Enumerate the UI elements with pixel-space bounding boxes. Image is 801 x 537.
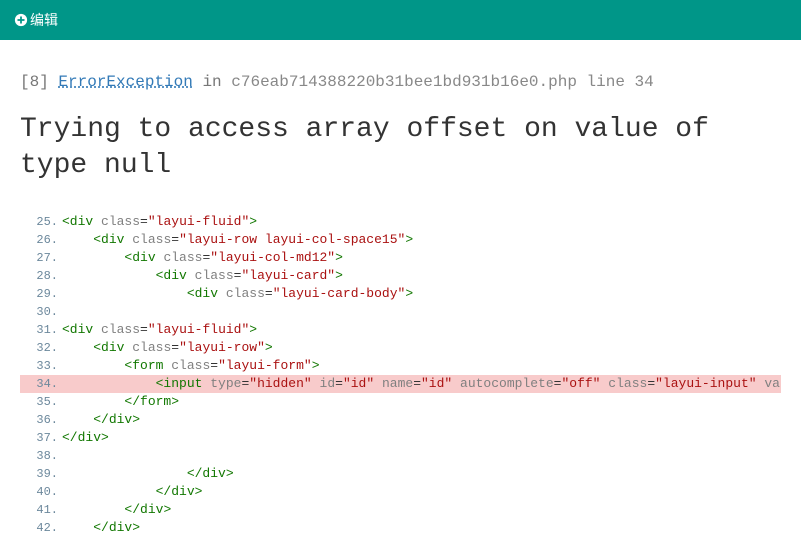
- code-text: <div class="layui-row">: [62, 339, 781, 357]
- code-line: 39. </div>: [20, 465, 781, 483]
- code-line: 37.</div>: [20, 429, 781, 447]
- code-text: <input type="hidden" id="id" name="id" a…: [62, 375, 781, 393]
- line-number: 40.: [20, 483, 62, 501]
- line-number: 33.: [20, 357, 62, 375]
- code-line: 33. <form class="layui-form">: [20, 357, 781, 375]
- code-text: </div>: [62, 519, 781, 537]
- code-line: 28. <div class="layui-card">: [20, 267, 781, 285]
- code-line: 29. <div class="layui-card-body">: [20, 285, 781, 303]
- code-line: 42. </div>: [20, 519, 781, 537]
- code-text: <div class="layui-fluid">: [62, 213, 781, 231]
- code-text: <div class="layui-card-body">: [62, 285, 781, 303]
- error-class-link[interactable]: ErrorException: [58, 73, 192, 91]
- code-text: <div class="layui-card">: [62, 267, 781, 285]
- plus-circle-icon: [14, 13, 28, 27]
- code-listing: 25.<div class="layui-fluid">26. <div cla…: [20, 213, 781, 537]
- line-number: 38.: [20, 447, 62, 465]
- code-text: <div class="layui-col-md12">: [62, 249, 781, 267]
- code-line: 35. </form>: [20, 393, 781, 411]
- code-text: <form class="layui-form">: [62, 357, 781, 375]
- code-text: </div>: [62, 465, 781, 483]
- line-number: 36.: [20, 411, 62, 429]
- error-message: Trying to access array offset on value o…: [20, 112, 781, 185]
- code-line: 36. </div>: [20, 411, 781, 429]
- line-number: 42.: [20, 519, 62, 537]
- in-text: in: [202, 73, 221, 91]
- line-number: 26.: [20, 231, 62, 249]
- error-page: [8] ErrorException in c76eab714388220b31…: [0, 40, 801, 537]
- header-bar: 编辑: [0, 0, 801, 40]
- code-line: 34. <input type="hidden" id="id" name="i…: [20, 375, 781, 393]
- line-number: 31.: [20, 321, 62, 339]
- line-number: 30.: [20, 303, 62, 321]
- code-text: </form>: [62, 393, 781, 411]
- code-text: <div class="layui-row layui-col-space15"…: [62, 231, 781, 249]
- line-number: 39.: [20, 465, 62, 483]
- code-text: </div>: [62, 429, 781, 447]
- line-number: 27.: [20, 249, 62, 267]
- code-text: <div class="layui-fluid">: [62, 321, 781, 339]
- code-line: 25.<div class="layui-fluid">: [20, 213, 781, 231]
- line-number: 32.: [20, 339, 62, 357]
- line-number: 25.: [20, 213, 62, 231]
- line-number: 37.: [20, 429, 62, 447]
- code-text: </div>: [62, 411, 781, 429]
- line-number: 29.: [20, 285, 62, 303]
- code-line: 31.<div class="layui-fluid">: [20, 321, 781, 339]
- code-line: 38.: [20, 447, 781, 465]
- code-text: </div>: [62, 483, 781, 501]
- error-line: 34: [635, 73, 654, 91]
- line-number: 35.: [20, 393, 62, 411]
- line-number: 28.: [20, 267, 62, 285]
- code-line: 30.: [20, 303, 781, 321]
- code-text: </div>: [62, 501, 781, 519]
- line-number: 41.: [20, 501, 62, 519]
- line-number: 34.: [20, 375, 62, 393]
- code-line: 41. </div>: [20, 501, 781, 519]
- code-line: 40. </div>: [20, 483, 781, 501]
- code-line: 32. <div class="layui-row">: [20, 339, 781, 357]
- edit-button[interactable]: 编辑: [14, 10, 58, 30]
- code-line: 27. <div class="layui-col-md12">: [20, 249, 781, 267]
- error-code: [8]: [20, 73, 49, 91]
- edit-button-label: 编辑: [30, 10, 58, 30]
- error-header: [8] ErrorException in c76eab714388220b31…: [20, 70, 781, 94]
- code-line: 26. <div class="layui-row layui-col-spac…: [20, 231, 781, 249]
- error-file: c76eab714388220b31bee1bd931b16e0.php: [231, 73, 577, 91]
- line-label: line: [587, 73, 625, 91]
